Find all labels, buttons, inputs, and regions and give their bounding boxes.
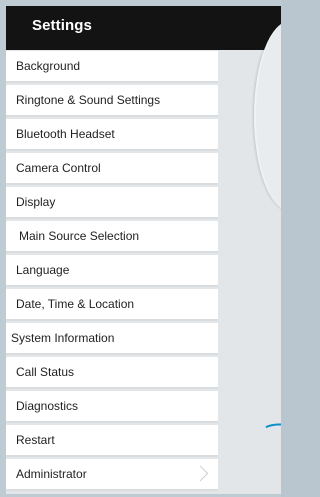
menu-item-label: Date, Time & Location xyxy=(16,297,135,311)
menu-item-label: Call Status xyxy=(16,365,75,379)
menu-item-label: System Information xyxy=(11,331,115,345)
menu-item-label: Display xyxy=(16,195,56,209)
menu-item-ringtone-sound-settings[interactable]: Ringtone & Sound Settings xyxy=(6,85,218,117)
menu-item-administrator[interactable]: Administrator xyxy=(6,459,218,491)
blue-arc-decoration xyxy=(243,415,281,487)
menu-item-main-source-selection[interactable]: Main Source Selection xyxy=(6,221,218,253)
menu-item-label: Ringtone & Sound Settings xyxy=(16,93,161,107)
menu-item-language[interactable]: Language xyxy=(6,255,218,287)
menu-item-restart[interactable]: Restart xyxy=(6,425,218,457)
menu-item-display[interactable]: Display xyxy=(6,187,218,219)
settings-menu: Background Ringtone & Sound Settings Blu… xyxy=(6,51,218,494)
chevron-right-icon xyxy=(192,465,209,482)
menu-item-call-status[interactable]: Call Status xyxy=(6,357,218,389)
menu-item-label: Bluetooth Headset xyxy=(16,127,115,141)
menu-item-label: Diagnostics xyxy=(16,399,79,413)
menu-item-background[interactable]: Background xyxy=(6,51,218,83)
menu-item-date-time-location[interactable]: Date, Time & Location xyxy=(6,289,218,321)
page-title: Settings xyxy=(32,17,92,34)
menu-item-label: Administrator xyxy=(16,467,87,481)
menu-item-label: Background xyxy=(16,59,81,73)
menu-item-system-information[interactable]: System Information xyxy=(6,323,218,355)
menu-item-label: Main Source Selection xyxy=(19,229,140,243)
menu-item-label: Restart xyxy=(16,433,55,447)
menu-item-diagnostics[interactable]: Diagnostics xyxy=(6,391,218,423)
menu-item-label: Camera Control xyxy=(16,161,101,175)
screen-frame: Settings Background Ringtone & Sound Set… xyxy=(0,0,281,497)
menu-item-camera-control[interactable]: Camera Control xyxy=(6,153,218,185)
menu-item-bluetooth-headset[interactable]: Bluetooth Headset xyxy=(6,119,218,151)
menu-item-label: Language xyxy=(16,263,70,277)
